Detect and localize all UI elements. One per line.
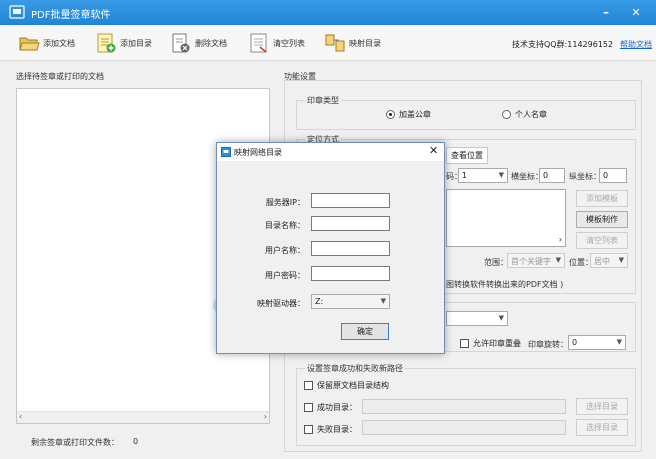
position-select[interactable]: 居中 ▼	[590, 253, 628, 268]
dir-name-label: 目录名称：	[265, 221, 305, 230]
dialog-close-icon[interactable]: ✕	[429, 144, 438, 157]
document-list-scrollbar[interactable]: ‹ ›	[17, 411, 269, 423]
page-number-select[interactable]: 1 ▼	[458, 168, 508, 183]
dialog-title: 映射网络目录	[234, 148, 282, 157]
radio-unselected-icon	[502, 110, 511, 119]
clear-list-icon	[250, 33, 267, 53]
map-network-dialog: 映射网络目录 ✕ 服务器IP： 目录名称： 用户名称： 用户密码： 映射驱动器：…	[216, 142, 445, 354]
user-name-field[interactable]	[311, 241, 390, 256]
delete-document-label: 删除文档	[195, 38, 227, 48]
title-bar: PDF批量签章软件 – ✕	[0, 0, 656, 25]
close-button[interactable]: ✕	[626, 4, 646, 21]
rotate-select[interactable]: 0 ▼	[568, 335, 626, 350]
y-coordinate-field[interactable]: 0	[599, 168, 627, 183]
fail-dir-field[interactable]	[362, 420, 566, 435]
page-number-value: 1	[462, 171, 468, 180]
dialog-ok-button[interactable]: 确定	[341, 323, 389, 340]
allow-overlap-checkbox[interactable]: 允许印章重叠	[460, 338, 521, 349]
tab-view-position[interactable]: 查看位置	[446, 147, 488, 164]
remaining-files-count: 0	[133, 437, 139, 446]
map-directory-label: 映射目录	[349, 38, 381, 48]
add-document-button[interactable]: 添加文档	[18, 31, 75, 55]
toolbar: 添加文档 添加目录 删除文档 清空列表 映射目录 技术支持QQ群:1142961…	[0, 25, 656, 61]
dir-name-field[interactable]	[311, 216, 390, 231]
minimize-button[interactable]: –	[596, 4, 616, 21]
radio-selected-icon	[386, 110, 395, 119]
choose-fail-dir-button[interactable]: 选择目录	[576, 419, 628, 436]
allow-overlap-label: 允许印章重叠	[473, 339, 521, 348]
scroll-right-arrow-icon[interactable]: ›	[264, 412, 267, 421]
dialog-app-icon	[221, 147, 231, 157]
app-logo-icon	[9, 5, 25, 19]
range-select[interactable]: 首个关键字 ▼	[507, 253, 565, 268]
rotate-label: 印章旋转：	[528, 340, 568, 349]
chevron-down-icon: ▼	[618, 256, 624, 264]
chevron-down-icon: ▼	[498, 171, 504, 179]
x-coordinate-field[interactable]: 0	[539, 168, 565, 183]
conversion-note: 图转换软件转换出来的PDF文档 )	[446, 280, 564, 289]
delete-document-button[interactable]: 删除文档	[170, 31, 227, 55]
checkbox-icon	[460, 339, 469, 348]
delete-document-icon	[172, 33, 190, 53]
keep-structure-label: 保留原文档目录结构	[317, 381, 389, 390]
position-value: 居中	[594, 257, 610, 266]
radio-personal-seal[interactable]: 个人名章	[502, 109, 547, 120]
template-scroll-right-icon[interactable]: ›	[559, 235, 562, 244]
add-folder-icon	[97, 33, 116, 53]
add-directory-label: 添加目录	[120, 38, 152, 48]
checkbox-icon	[304, 381, 313, 390]
clear-list-button[interactable]: 清空列表	[248, 31, 305, 55]
template-list[interactable]: ›	[446, 189, 566, 247]
range-label: 范围：	[484, 258, 508, 267]
chevron-down-icon: ▼	[616, 338, 622, 346]
chevron-down-icon: ▼	[380, 297, 386, 305]
success-dir-field[interactable]	[362, 399, 566, 414]
scroll-left-arrow-icon[interactable]: ‹	[19, 412, 22, 421]
server-ip-field[interactable]	[311, 193, 390, 208]
help-document-link[interactable]: 帮助文档	[620, 39, 652, 50]
rotate-value: 0	[572, 338, 578, 347]
radio-personal-seal-label: 个人名章	[515, 110, 547, 119]
y-coordinate-label: 纵坐标：	[569, 172, 601, 181]
radio-official-seal[interactable]: 加盖公章	[386, 109, 431, 120]
map-directory-button[interactable]: 映射目录	[324, 31, 381, 55]
fail-dir-checkbox[interactable]: 失败目录：	[304, 424, 357, 435]
success-dir-label: 成功目录：	[317, 403, 357, 412]
server-ip-label: 服务器IP：	[265, 198, 305, 207]
dialog-title-bar: 映射网络目录 ✕	[217, 143, 444, 161]
choose-success-dir-button[interactable]: 选择目录	[576, 398, 628, 415]
support-qq-label: 技术支持QQ群:114296152	[512, 40, 614, 49]
chevron-down-icon: ▼	[498, 314, 504, 322]
checkbox-icon	[304, 403, 313, 412]
drive-label: 映射驱动器：	[257, 299, 305, 308]
map-directory-icon	[325, 34, 345, 52]
seal-type-title: 印章类型	[305, 95, 341, 106]
folder-open-icon	[19, 37, 40, 51]
password-label: 用户密码：	[265, 271, 305, 280]
paths-title: 设置签章成功和失败新路径	[305, 363, 405, 374]
fail-dir-label: 失败目录：	[317, 425, 357, 434]
drive-value: Z:	[315, 297, 324, 306]
range-value: 首个关键字	[511, 257, 551, 266]
keep-structure-checkbox[interactable]: 保留原文档目录结构	[304, 380, 389, 391]
user-name-label: 用户名称：	[265, 246, 305, 255]
add-template-button[interactable]: 添加模板	[576, 190, 628, 207]
stamp-option-select[interactable]: ▼	[446, 311, 508, 326]
add-document-label: 添加文档	[43, 38, 75, 48]
document-list-label: 选择待签章或打印的文档	[16, 72, 104, 81]
remaining-files-label: 剩余签章或打印文件数：	[31, 438, 119, 447]
make-template-button[interactable]: 模板制作	[576, 211, 628, 228]
success-dir-checkbox[interactable]: 成功目录：	[304, 402, 357, 413]
clear-template-button[interactable]: 清空列表	[576, 232, 628, 249]
app-title: PDF批量签章软件	[31, 10, 111, 21]
password-field[interactable]	[311, 266, 390, 281]
drive-select[interactable]: Z: ▼	[311, 294, 390, 309]
checkbox-icon	[304, 425, 313, 434]
clear-list-label: 清空列表	[273, 38, 305, 48]
seal-type-group: 印章类型	[296, 95, 636, 130]
chevron-down-icon: ▼	[555, 256, 561, 264]
radio-official-seal-label: 加盖公章	[399, 110, 431, 119]
add-directory-button[interactable]: 添加目录	[95, 31, 152, 55]
